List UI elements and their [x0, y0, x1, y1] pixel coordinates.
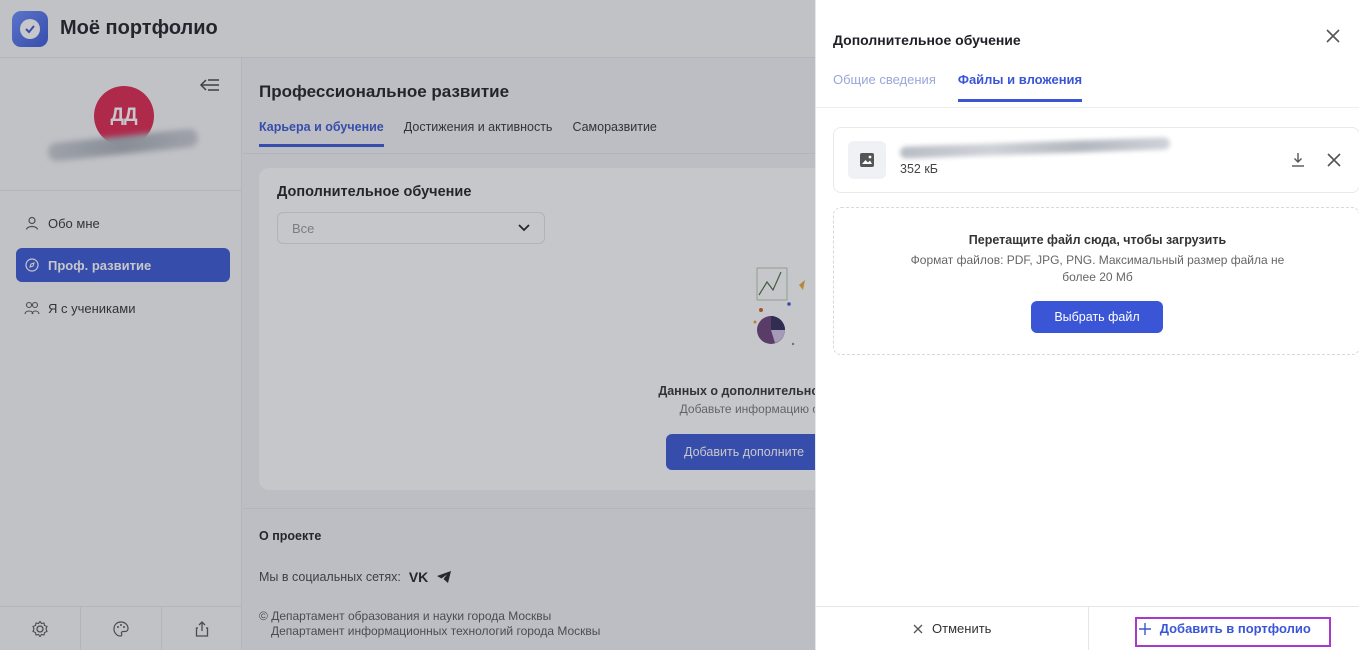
- tab-achievements[interactable]: Достижения и активность: [404, 120, 553, 147]
- settings-icon: [32, 620, 48, 637]
- copyright-line-1: Департамент образования и науки города М…: [271, 609, 552, 623]
- chevron-down-icon: [518, 224, 530, 232]
- checkmark-logo-icon[interactable]: [12, 10, 48, 47]
- dropzone-subtitle: Формат файлов: PDF, JPG, PNG. Максимальн…: [910, 253, 1285, 284]
- download-icon[interactable]: [1289, 151, 1307, 169]
- telegram-icon[interactable]: [436, 570, 452, 584]
- attached-file-card: 352 кБ: [833, 127, 1359, 193]
- drawer-tabs: Общие сведения Файлы и вложения: [833, 72, 1083, 102]
- drawer-panel: Дополнительное обучение Общие сведения Ф…: [815, 0, 1359, 650]
- main-content: Профессиональное развитие Карьера и обуч…: [243, 58, 839, 650]
- sidebar-divider: [0, 190, 242, 191]
- people-icon: [24, 300, 40, 316]
- sidebar-bottom-bar: [0, 606, 242, 650]
- choose-file-button[interactable]: Выбрать файл: [1031, 301, 1163, 333]
- file-dropzone[interactable]: Перетащите файл сюда, чтобы загрузить Фо…: [833, 207, 1359, 355]
- sidebar-item-prof-development[interactable]: Проф. развитие: [16, 248, 230, 282]
- footer-title: О проекте: [259, 529, 322, 543]
- drawer-title: Дополнительное обучение: [833, 32, 1021, 48]
- drawer-tabs-divider: [816, 107, 1359, 108]
- file-name-redacted: [899, 137, 1171, 159]
- page-footer: О проекте Мы в социальных сетях: VK © Де…: [243, 508, 815, 650]
- theme-button[interactable]: [81, 607, 162, 650]
- additional-education-card: Дополнительное обучение Все Данных о доп…: [259, 168, 839, 490]
- sidebar-item-students[interactable]: Я с учениками: [16, 291, 230, 325]
- tab-files-attachments[interactable]: Файлы и вложения: [957, 72, 1083, 102]
- share-button[interactable]: [162, 607, 242, 650]
- tab-general-info[interactable]: Общие сведения: [833, 72, 936, 102]
- tab-career[interactable]: Карьера и обучение: [259, 120, 384, 147]
- sidebar: ДД Обо мне Проф. развитие Я с учениками: [0, 58, 242, 650]
- drawer-footer: Отменить Добавить в портфолио: [816, 606, 1359, 650]
- remove-file-icon[interactable]: [1325, 151, 1343, 169]
- sidebar-item-label: Я с учениками: [48, 300, 136, 316]
- close-icon[interactable]: [1323, 26, 1343, 46]
- compass-icon: [24, 257, 40, 273]
- dropzone-title: Перетащите файл сюда, чтобы загрузить: [968, 233, 1227, 247]
- filter-value: Все: [292, 220, 315, 236]
- footer-copyright: © Департамент образования и науки города…: [259, 609, 601, 638]
- footer-social: Мы в социальных сетях: VK: [259, 569, 452, 585]
- file-size: 352 кБ: [900, 162, 939, 176]
- sidebar-item-label: Проф. развитие: [48, 257, 152, 273]
- tabs-divider: [243, 153, 815, 154]
- sidebar-item-label: Обо мне: [48, 215, 100, 231]
- vk-icon[interactable]: VK: [409, 569, 428, 585]
- close-icon: [913, 624, 923, 633]
- add-education-button[interactable]: Добавить дополните: [666, 434, 826, 470]
- cancel-label: Отменить: [932, 621, 992, 636]
- card-title: Дополнительное обучение: [277, 184, 472, 200]
- filter-select[interactable]: Все: [277, 212, 545, 244]
- palette-icon: [113, 620, 129, 637]
- image-file-icon: [848, 141, 886, 179]
- settings-button[interactable]: [0, 607, 81, 650]
- tab-self-development[interactable]: Саморазвитие: [572, 120, 656, 147]
- sidebar-item-about[interactable]: Обо мне: [16, 206, 230, 240]
- page-title: Профессиональное развитие: [259, 82, 510, 101]
- empty-state-title: Данных о дополнительно: [658, 384, 819, 398]
- empty-state-subtitle: Добавьте информацию о: [679, 402, 819, 416]
- social-label: Мы в социальных сетях:: [259, 570, 401, 584]
- cancel-button[interactable]: Отменить: [816, 607, 1089, 650]
- person-icon: [24, 215, 40, 231]
- app-title[interactable]: Моё портфолио: [60, 17, 218, 40]
- main-tabs: Карьера и обучение Достижения и активнос…: [259, 120, 657, 147]
- collapse-sidebar-icon[interactable]: [198, 76, 222, 96]
- highlight-frame: [1135, 617, 1331, 647]
- share-icon: [195, 620, 209, 637]
- copyright-line-2: Департамент информационных технологий го…: [271, 624, 601, 638]
